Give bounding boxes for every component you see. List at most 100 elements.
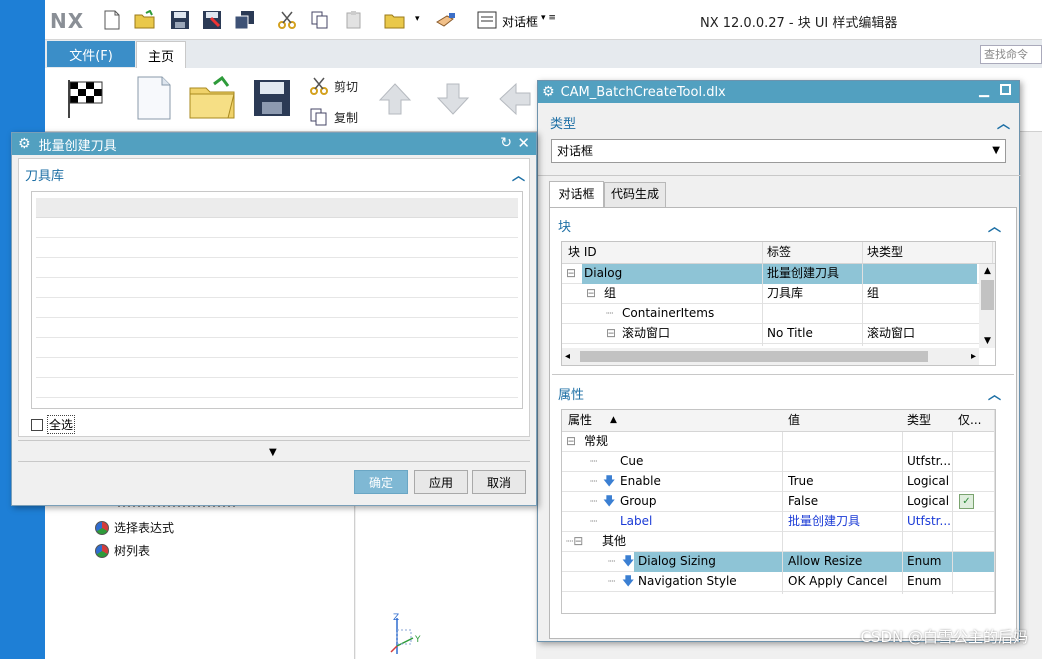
tab-file[interactable]: 文件(F): [47, 41, 135, 67]
arrow-down-icon: 🡇: [603, 494, 616, 508]
tab-code-generation[interactable]: 代码生成: [604, 182, 666, 207]
table-row[interactable]: ┈ 🡇 Group False Logical ✓: [562, 492, 995, 512]
gear-icon: ⚙: [542, 84, 555, 100]
checkbox-box[interactable]: [31, 418, 43, 431]
column-header[interactable]: 仅...: [958, 411, 981, 431]
properties-grid[interactable]: 属性 ▲ 值 类型 仅... ⊟ 常规 ┈ Cue Utfstr... ┈ 🡇 …: [561, 409, 996, 614]
column-header[interactable]: 属性: [568, 411, 592, 431]
table-row[interactable]: ┈ 🡇 Dialog Sizing Allow Resize Enum: [562, 552, 995, 572]
column-header[interactable]: 标签: [767, 243, 791, 263]
open-recent-icon[interactable]: [383, 8, 407, 32]
table-row[interactable]: ┈ 🡇 Navigation Style OK Apply Cancel Enu…: [562, 572, 995, 592]
tool-list-scroll-window[interactable]: [31, 191, 523, 409]
cut-label: 剪切: [334, 79, 359, 94]
block-navigator-pane: [45, 500, 355, 659]
tool-library-header[interactable]: 刀具库 ︿: [25, 165, 525, 184]
collapse-icon[interactable]: ︿: [997, 113, 1010, 132]
block-type-cell: 组: [867, 286, 880, 300]
table-row[interactable]: ⊟ 滚动窗口 No Title 滚动窗口: [562, 324, 995, 344]
vertical-scrollbar[interactable]: ▲ ▼: [979, 264, 995, 348]
block-tree-grid[interactable]: 块 ID 标签 块类型 ⊟ Dialog 批量创建刀具 ⊟ 组 刀具库 组 ┈ …: [561, 241, 996, 366]
command-search-input[interactable]: 查找命令: [980, 45, 1042, 64]
type-section-header[interactable]: 类型 ︿: [550, 113, 1010, 132]
property-name-cell: Navigation Style: [638, 574, 737, 588]
horizontal-scrollbar[interactable]: ◂ ▸: [562, 348, 979, 365]
apply-button[interactable]: 应用: [414, 470, 468, 494]
table-row[interactable]: ┈ Cue Utfstr...: [562, 452, 995, 472]
arrow-up-icon[interactable]: [378, 82, 412, 119]
new-file-icon[interactable]: [100, 8, 124, 32]
chevron-down-icon[interactable]: ▾: [415, 14, 420, 24]
maximize-icon[interactable]: [1000, 84, 1011, 95]
property-value-cell: OK Apply Cancel: [788, 574, 888, 588]
dialog-window-icon[interactable]: [475, 8, 499, 32]
property-value-cell: 批量创建刀具: [788, 514, 861, 528]
dialog-title: CAM_BatchCreateTool.dlx: [560, 84, 726, 100]
batch-create-tool-dialog: ⚙ 批量创建刀具 ↻ ✕ 刀具库 ︿ 全选 ▼ 确定 应用 取消: [11, 132, 537, 506]
divider: [538, 175, 1021, 176]
properties-section-header[interactable]: 属性 ︿: [558, 384, 1001, 403]
scroll-right-icon[interactable]: ▸: [971, 348, 976, 365]
property-value-cell: Allow Resize: [788, 554, 863, 568]
collapse-icon[interactable]: ︿: [988, 216, 1001, 235]
column-header[interactable]: 块类型: [867, 243, 903, 263]
touch-mode-icon[interactable]: [434, 8, 458, 32]
dialog-titlebar[interactable]: ⚙ CAM_BatchCreateTool.dlx ▁: [538, 81, 1019, 103]
watermark: CSDN @白雪公主的后妈: [860, 628, 1028, 646]
open-folder-icon[interactable]: [133, 8, 157, 32]
dialog-dropdown[interactable]: 对话框: [502, 13, 538, 30]
block-section-header[interactable]: 块 ︿: [558, 216, 1001, 235]
sort-asc-icon[interactable]: ▲: [610, 411, 617, 431]
scroll-thumb[interactable]: [981, 280, 994, 310]
table-row[interactable]: ⊟ Dialog 批量创建刀具: [562, 264, 995, 284]
column-header[interactable]: 块 ID: [568, 243, 597, 263]
save-as-icon[interactable]: [200, 8, 224, 32]
save-icon[interactable]: [168, 8, 192, 32]
cancel-button[interactable]: 取消: [472, 470, 526, 494]
ok-button[interactable]: 确定: [354, 470, 408, 494]
collapse-icon[interactable]: ︿: [988, 384, 1001, 403]
finish-flag-icon[interactable]: [62, 74, 110, 122]
tab-home[interactable]: 主页: [136, 41, 186, 68]
property-type-cell: Logical: [907, 474, 950, 488]
table-row[interactable]: ┈ ContainerItems: [562, 304, 995, 324]
scroll-down-icon[interactable]: ▼: [979, 334, 995, 348]
reset-icon[interactable]: ↻: [500, 135, 512, 151]
scroll-up-icon[interactable]: ▲: [979, 264, 995, 278]
section-title: 属性: [558, 388, 585, 403]
block-label-cell: 刀具库: [767, 286, 804, 300]
table-row[interactable]: ┈ 🡇 Enable True Logical: [562, 472, 995, 492]
cut-button[interactable]: 剪切: [309, 77, 358, 95]
table-row[interactable]: ⊟ 组 刀具库 组: [562, 284, 995, 304]
new-document-icon[interactable]: [130, 74, 178, 122]
save-all-icon[interactable]: [233, 8, 257, 32]
open-folder-icon[interactable]: [188, 74, 236, 122]
copy-icon[interactable]: [308, 8, 332, 32]
property-type-cell: Utfstr...: [907, 514, 951, 528]
chevron-down-icon[interactable]: ▾ ≡: [541, 13, 556, 23]
cut-icon[interactable]: [275, 8, 299, 32]
table-row[interactable]: ┈⊟ 其他: [562, 532, 995, 552]
table-row[interactable]: ┈ Label 批量创建刀具 Utfstr...: [562, 512, 995, 532]
select-all-checkbox[interactable]: 全选: [31, 415, 76, 434]
checkmark-icon[interactable]: ✓: [959, 494, 974, 509]
minimize-icon[interactable]: ▁: [979, 83, 989, 98]
arrow-down-icon[interactable]: [436, 82, 470, 119]
table-row[interactable]: ⊟ 常规: [562, 432, 995, 452]
nav-item-tree-list[interactable]: 树列表: [95, 542, 150, 559]
column-header[interactable]: 类型: [907, 411, 931, 431]
collapse-icon[interactable]: ︿: [512, 165, 525, 184]
nav-item-select-expression[interactable]: 选择表达式: [95, 519, 174, 536]
column-header[interactable]: 值: [788, 411, 800, 431]
scroll-thumb[interactable]: [580, 351, 928, 362]
scroll-left-icon[interactable]: ◂: [565, 348, 570, 365]
type-select[interactable]: 对话框 ▼: [551, 139, 1006, 163]
arrow-left-icon[interactable]: [498, 82, 532, 119]
dialog-titlebar[interactable]: ⚙ 批量创建刀具 ↻ ✕: [12, 133, 536, 155]
expand-more-icon[interactable]: ▼: [269, 447, 277, 458]
save-icon[interactable]: [248, 74, 296, 122]
close-icon[interactable]: ✕: [517, 134, 530, 152]
tab-dialog[interactable]: 对话框: [549, 181, 604, 207]
paste-icon[interactable]: [342, 8, 366, 32]
copy-button[interactable]: 复制: [309, 108, 358, 126]
